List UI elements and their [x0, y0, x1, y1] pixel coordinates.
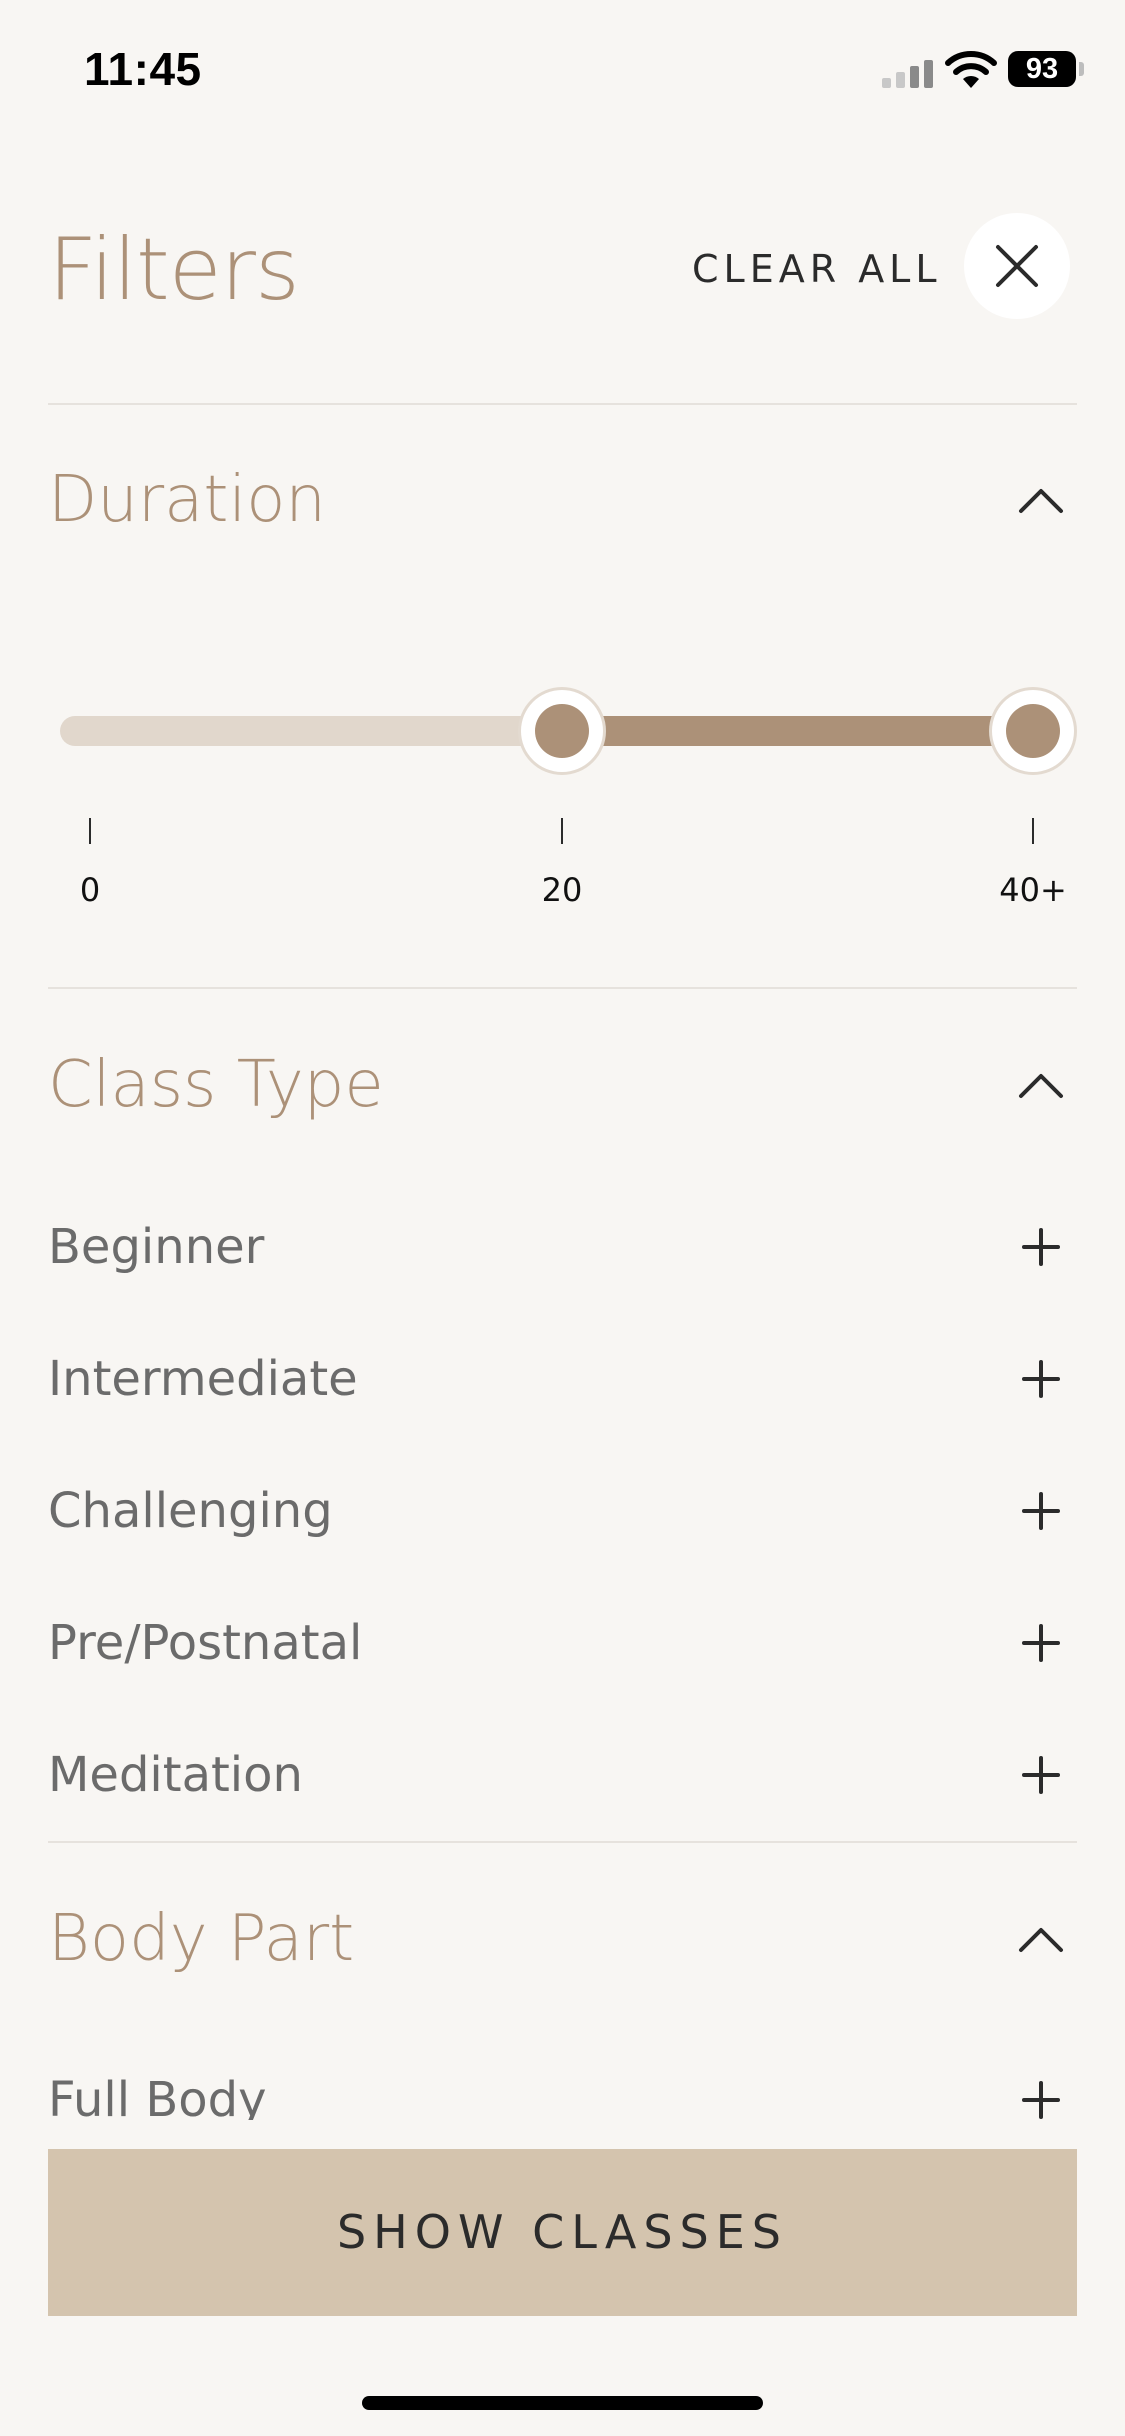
divider — [48, 403, 1077, 405]
slider-thumb-min[interactable] — [520, 690, 603, 772]
status-time: 11:45 — [84, 43, 202, 95]
section-title-class-type: Class Type — [48, 1048, 384, 1122]
divider — [48, 1841, 1077, 1843]
option-label: Beginner — [48, 1219, 265, 1275]
option-label: Intermediate — [48, 1351, 358, 1407]
plus-icon[interactable] — [1022, 1492, 1060, 1530]
tick-mark — [89, 818, 91, 844]
plus-icon[interactable] — [1022, 2081, 1060, 2119]
slider-selected-range — [561, 716, 1033, 746]
option-label: Meditation — [48, 1747, 303, 1803]
home-indicator — [362, 2396, 763, 2410]
list-item[interactable]: Meditation — [48, 1735, 1077, 1815]
list-item[interactable]: Full Body — [48, 2060, 1077, 2120]
battery-icon: 93 — [1008, 51, 1076, 87]
slider-thumb-max[interactable] — [992, 690, 1074, 772]
show-classes-button[interactable]: SHOW CLASSES — [48, 2149, 1077, 2316]
tick-label-min: 0 — [79, 871, 101, 909]
page-title: Filters — [48, 220, 300, 320]
tick-mark — [1032, 818, 1034, 844]
status-bar: 11:45 93 — [0, 0, 1125, 140]
list-item[interactable]: Intermediate — [48, 1339, 1077, 1419]
plus-icon[interactable] — [1022, 1360, 1060, 1398]
divider — [48, 987, 1077, 989]
option-label: Pre/Postnatal — [48, 1615, 363, 1671]
option-label: Challenging — [48, 1483, 333, 1539]
plus-icon[interactable] — [1022, 1624, 1060, 1662]
wifi-icon — [945, 51, 997, 88]
tick-label-mid: 20 — [541, 871, 583, 909]
battery-tip — [1079, 62, 1084, 76]
chevron-up-icon[interactable] — [1017, 1070, 1065, 1100]
plus-icon[interactable] — [1022, 1756, 1060, 1794]
close-button[interactable] — [964, 213, 1070, 319]
list-item[interactable]: Pre/Postnatal — [48, 1603, 1077, 1683]
chevron-up-icon[interactable] — [1017, 485, 1065, 515]
section-title-duration: Duration — [48, 463, 326, 537]
plus-icon[interactable] — [1022, 1228, 1060, 1266]
list-item[interactable]: Beginner — [48, 1207, 1077, 1287]
body-part-list: Full Body — [0, 2060, 1125, 2120]
section-title-body-part: Body Part — [48, 1902, 355, 1976]
chevron-up-icon[interactable] — [1017, 1924, 1065, 1954]
list-item[interactable]: Challenging — [48, 1471, 1077, 1551]
option-label: Full Body — [48, 2072, 267, 2120]
clear-all-button[interactable]: CLEAR ALL — [692, 244, 942, 294]
tick-label-max: 40+ — [999, 871, 1067, 909]
tick-mark — [561, 818, 563, 844]
cellular-signal-icon — [882, 60, 933, 88]
close-icon — [996, 245, 1038, 287]
